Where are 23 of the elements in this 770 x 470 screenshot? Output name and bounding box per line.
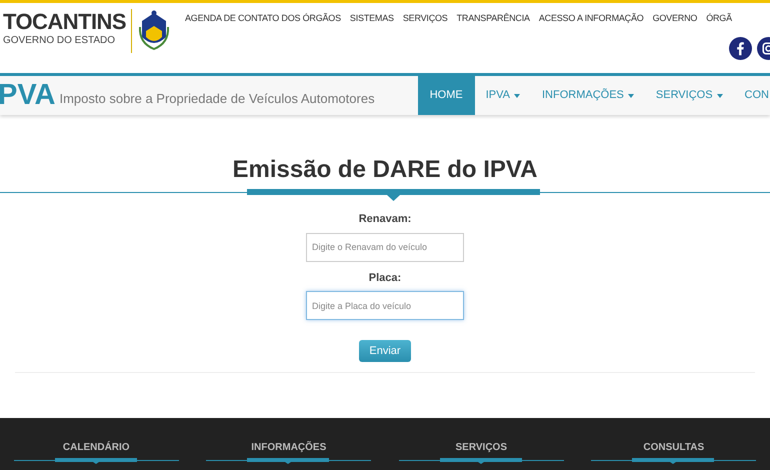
coat-of-arms-icon: [136, 9, 171, 53]
field-label: Placa:: [368, 270, 402, 286]
ipva-logo: PVA: [0, 81, 56, 110]
text-field[interactable]: Digite o Renavam do veículo: [306, 232, 464, 262]
field-label: Renavam:: [358, 212, 412, 227]
top-menu-link[interactable]: SISTEMAS: [350, 12, 394, 26]
top-menu-link[interactable]: ACESSO A INFORMAÇÃO: [538, 12, 644, 26]
top-menu-link[interactable]: SERVIÇOS: [402, 12, 448, 26]
footer-heading: CALENDÁRIO: [62, 440, 130, 455]
brand-subtitle: GOVERNO DO ESTADO: [3, 35, 116, 46]
site-tagline: Imposto sobre a Propriedade de Veículos Automotores: [59, 90, 375, 108]
footer-heading: CONSULTAS: [643, 441, 704, 455]
footer-heading: INFORMAÇÕES: [251, 440, 326, 455]
top-menu-link[interactable]: AGENDA DE CONTATO DOS ÓRGÃOS: [184, 12, 341, 26]
top-menu-link[interactable]: ÓRGÃ: [706, 12, 732, 26]
facebook-icon[interactable]: [729, 36, 752, 60]
top-menu-link[interactable]: TRANSPARÊNCIA: [456, 12, 530, 26]
page-title: Emissão de DARE do IPVA: [232, 155, 538, 185]
footer-heading: SERVIÇOS: [456, 441, 507, 455]
text-field[interactable]: Digite a Placa do veículo: [306, 291, 464, 320]
nav-tab[interactable]: HOME: [418, 76, 475, 115]
brand-name: TOCANTINS: [3, 9, 126, 35]
top-menu-link[interactable]: GOVERNO: [652, 12, 698, 26]
